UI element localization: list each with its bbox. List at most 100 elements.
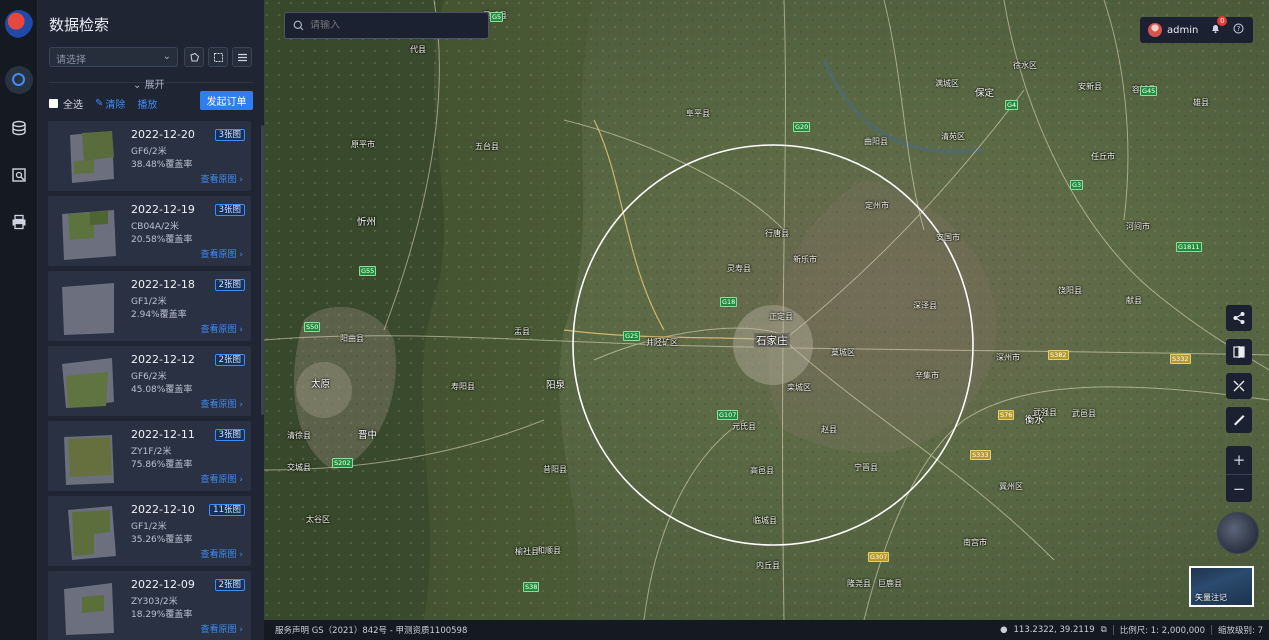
search-nav-icon[interactable]	[5, 66, 33, 94]
share-button[interactable]	[1226, 305, 1252, 331]
map-label-yuanping: 原平市	[351, 140, 375, 149]
view-original-link[interactable]: 查看原图 ›	[201, 547, 243, 560]
image-count-badge[interactable]: 3张图	[214, 429, 245, 441]
username[interactable]: admin	[1167, 25, 1198, 36]
result-card[interactable]: 2022-12-19 3张图 CB04A/2米 20.58%覆盖率 查看原图 ›	[48, 196, 251, 266]
copy-icon[interactable]: ⧉	[1101, 625, 1107, 635]
image-count-badge[interactable]: 11张图	[209, 504, 245, 516]
legal-notice[interactable]: 服务声明 GS（2021）842号 - 甲测资质1100598	[275, 624, 467, 636]
document-search-icon[interactable]	[5, 161, 33, 189]
result-card[interactable]: 2022-12-18 2张图 GF1/2米 2.94%覆盖率 查看原图 ›	[48, 271, 251, 341]
map-label-raoyang: 饶阳县	[1058, 286, 1082, 295]
image-count-badge[interactable]: 2张图	[214, 279, 245, 291]
map-label-lingshou: 灵寿县	[727, 264, 751, 273]
image-count-badge[interactable]: 3张图	[214, 204, 245, 216]
result-satellite: ZY303/2米	[131, 597, 178, 607]
map-label-yuanshi: 元氏县	[732, 422, 756, 431]
result-card[interactable]: 2022-12-09 2张图 ZY303/2米 18.29%覆盖率 查看原图 ›	[48, 571, 251, 640]
expand-toggle[interactable]: ⌄ 展开	[133, 76, 165, 91]
draw-polygon-button[interactable]	[184, 47, 204, 67]
road-shield: G45	[1140, 86, 1158, 96]
play-button[interactable]: 播放	[137, 96, 157, 111]
map-label-lincheng: 临城县	[753, 516, 777, 525]
icon-rail	[0, 0, 38, 640]
map-label-anguo: 安国市	[936, 233, 960, 242]
image-thumbnail[interactable]	[54, 427, 118, 485]
image-count-badge[interactable]: 3张图	[214, 129, 245, 141]
draw-rectangle-button[interactable]	[208, 47, 228, 67]
image-thumbnail[interactable]	[54, 577, 118, 635]
avatar[interactable]	[1148, 23, 1162, 37]
map-label-mancheng: 满城区	[935, 79, 959, 88]
divider	[1112, 625, 1114, 635]
map-label-xingtang: 行唐县	[765, 229, 789, 238]
result-card[interactable]: 2022-12-20 3张图 GF6/2米 38.48%覆盖率 查看原图 ›	[48, 121, 251, 191]
map-label-shenzhou: 深州市	[996, 353, 1020, 362]
printer-icon[interactable]	[5, 208, 33, 236]
view-original-link[interactable]: 查看原图 ›	[201, 247, 243, 260]
map-label-taigu: 太谷区	[306, 515, 330, 524]
map-label-xinle: 新乐市	[793, 255, 817, 264]
image-thumbnail[interactable]	[54, 127, 118, 185]
list-view-button[interactable]	[232, 47, 252, 67]
map-label-ningjin: 宁晋县	[854, 463, 878, 472]
road-shield: G5	[490, 12, 504, 22]
split-screen-icon	[1233, 346, 1245, 358]
view-original-link[interactable]: 查看原图 ›	[201, 622, 243, 635]
result-coverage: 35.26%覆盖率	[131, 535, 193, 545]
image-count-badge[interactable]: 2张图	[214, 354, 245, 366]
compare-button[interactable]	[1226, 339, 1252, 365]
map-label-fuping: 阜平县	[686, 109, 710, 118]
select-all-checkbox[interactable]	[49, 98, 58, 108]
road-shield: S333	[970, 450, 991, 460]
search-panel: 数据检索 请选择 ⌄ ⌄ 展开 全选 ✎ 清除 播放 发起订单 2022-12-…	[38, 0, 264, 640]
database-icon[interactable]	[5, 114, 33, 142]
measure-button[interactable]	[1226, 407, 1252, 433]
view-original-link[interactable]: 查看原图 ›	[201, 172, 243, 185]
layer-tool-button[interactable]	[1226, 373, 1252, 399]
clear-button[interactable]: 清除	[105, 96, 125, 111]
result-card[interactable]: 2022-12-10 11张图 GF1/2米 35.26%覆盖率 查看原图 ›	[48, 496, 251, 566]
share-icon	[1233, 312, 1245, 324]
map-view[interactable]: 石家庄 太原 保定 衡水 阳泉 晋中 忻州 阜平县 曲阳县 行唐县 新乐市 灵寿…	[264, 0, 1269, 620]
road-shield: G18	[720, 297, 738, 307]
view-original-link[interactable]: 查看原图 ›	[201, 472, 243, 485]
location-pin-icon: ●	[1000, 625, 1008, 635]
image-count-badge[interactable]: 2张图	[214, 579, 245, 591]
image-thumbnail[interactable]	[54, 202, 118, 260]
result-card[interactable]: 2022-12-11 3张图 ZY1F/2米 75.86%覆盖率 查看原图 ›	[48, 421, 251, 491]
help-icon[interactable]: ?	[1233, 23, 1244, 37]
globe-toggle-button[interactable]	[1217, 512, 1259, 554]
zoom-out-button[interactable]: −	[1226, 475, 1252, 503]
result-date: 2022-12-09	[131, 578, 195, 591]
basemap-switcher[interactable]: 矢量注记	[1189, 566, 1254, 607]
map-search-box[interactable]	[284, 12, 489, 39]
map-label-daixian: 代县	[410, 45, 426, 54]
search-icon	[293, 20, 304, 31]
view-original-label: 查看原图	[200, 550, 237, 560]
create-order-button[interactable]: 发起订单	[200, 91, 253, 110]
image-thumbnail[interactable]	[54, 502, 118, 560]
notification-bell-icon[interactable]: 0	[1210, 16, 1228, 37]
source-select[interactable]: 请选择 ⌄	[49, 47, 178, 67]
map-label-neiqiu: 内丘县	[756, 561, 780, 570]
view-original-link[interactable]: 查看原图 ›	[201, 397, 243, 410]
view-original-link[interactable]: 查看原图 ›	[201, 322, 243, 335]
road-shield: G307	[868, 552, 890, 562]
image-thumbnail[interactable]	[54, 277, 118, 335]
select-placeholder: 请选择	[56, 55, 86, 66]
satellite-imagery	[264, 0, 1269, 620]
map-search-input[interactable]	[310, 20, 480, 31]
zoom-level: 缩放级别: 7	[1218, 626, 1263, 636]
image-thumbnail[interactable]	[54, 352, 118, 410]
map-label-jiaocheng: 交城县	[287, 463, 311, 472]
map-label-longyao: 隆尧县	[847, 579, 871, 588]
map-label-jingxing: 井陉矿区	[646, 338, 678, 347]
zoom-in-button[interactable]: +	[1226, 446, 1252, 474]
ruler-icon	[1234, 415, 1245, 426]
map-label-yangqu: 阳曲县	[340, 334, 364, 343]
app-logo	[5, 10, 33, 38]
result-coverage: 2.94%覆盖率	[131, 310, 187, 320]
result-card[interactable]: 2022-12-12 2张图 GF6/2米 45.08%覆盖率 查看原图 ›	[48, 346, 251, 416]
view-original-label: 查看原图	[200, 475, 237, 485]
